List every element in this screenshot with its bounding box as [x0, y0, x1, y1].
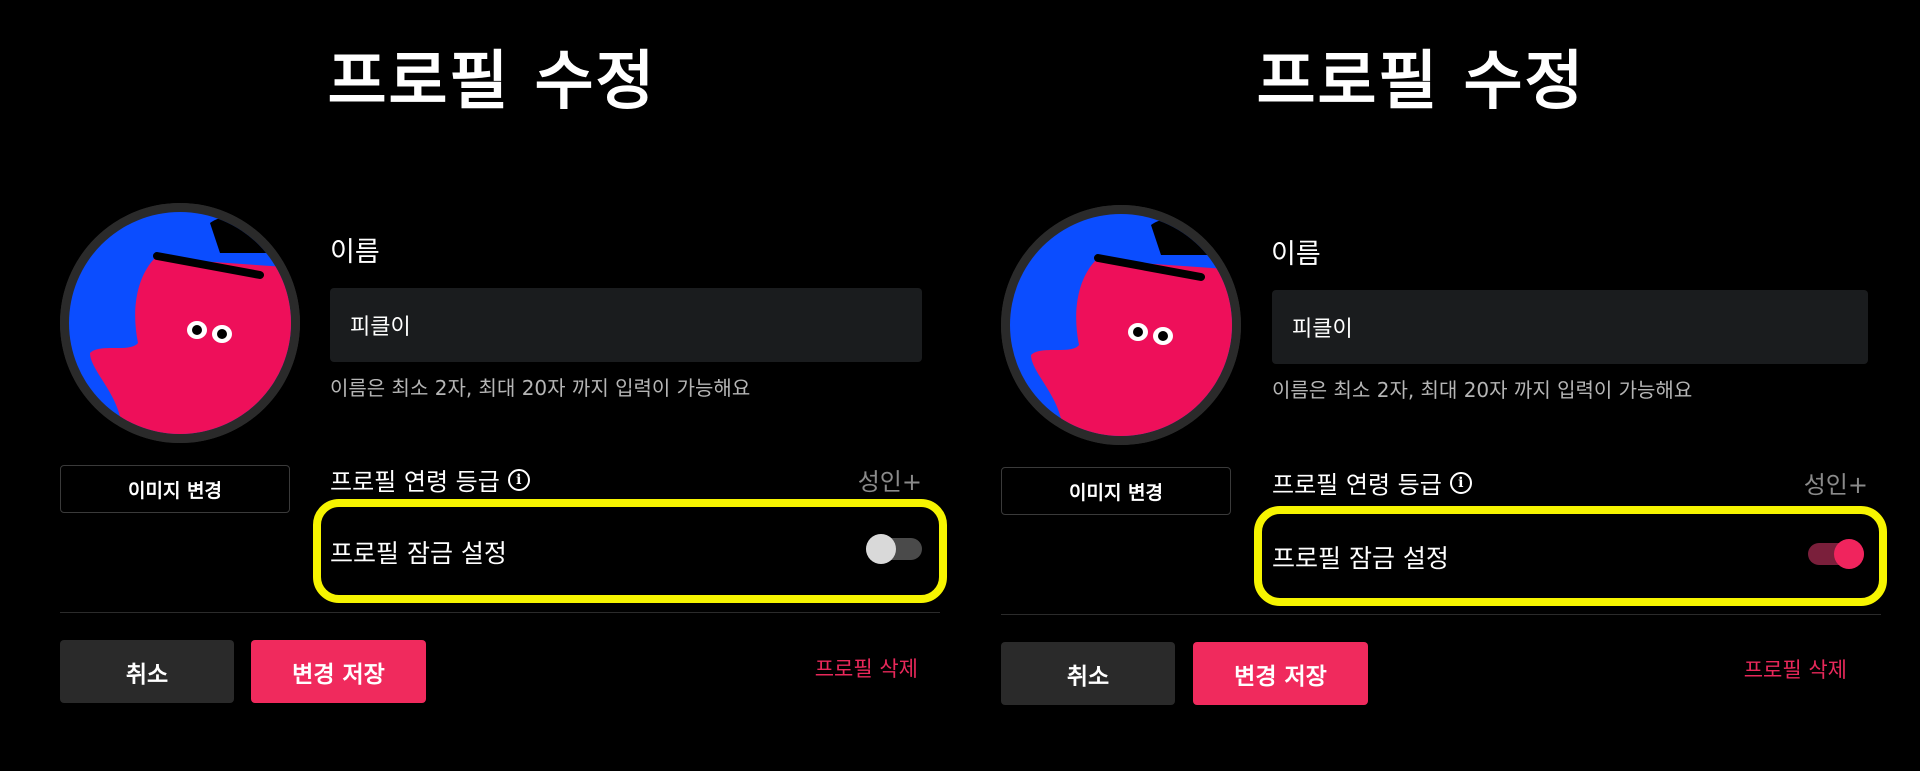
info-icon[interactable]: i	[1449, 471, 1472, 494]
name-hint: 이름은 최소 2자, 최대 20자 까지 입력이 가능해요	[330, 376, 751, 400]
age-rating-label-text: 프로필 연령 등급	[330, 468, 500, 496]
delete-profile-link[interactable]: 프로필 삭제	[815, 653, 918, 683]
age-rating-label-text: 프로필 연령 등급	[1272, 471, 1442, 499]
name-input[interactable]	[330, 288, 922, 362]
highlight-box	[1254, 506, 1887, 606]
cancel-button[interactable]: 취소	[60, 640, 234, 703]
divider	[1001, 614, 1881, 615]
save-button[interactable]: 변경 저장	[251, 640, 426, 703]
delete-profile-link[interactable]: 프로필 삭제	[1744, 654, 1847, 684]
name-label: 이름	[1271, 239, 1321, 270]
age-rating-label: 프로필 연령 등급 i	[330, 462, 530, 497]
avatar	[1001, 205, 1241, 445]
pickle-character-avatar-icon	[1001, 205, 1241, 445]
age-rating-value[interactable]: 성인+	[858, 462, 922, 497]
change-image-button[interactable]: 이미지 변경	[60, 465, 290, 513]
divider	[60, 612, 940, 613]
cancel-button[interactable]: 취소	[1001, 642, 1175, 705]
name-hint: 이름은 최소 2자, 최대 20자 까지 입력이 가능해요	[1272, 378, 1693, 402]
save-button[interactable]: 변경 저장	[1193, 642, 1368, 705]
avatar	[60, 203, 300, 443]
highlight-box	[313, 499, 947, 603]
profile-edit-panel-right: 프로필 수정 이미지 변경 이름 이름은 최소 2자, 최대 20자 까지 입력…	[941, 0, 1901, 771]
name-label: 이름	[330, 237, 380, 268]
pickle-character-avatar-icon	[60, 203, 300, 443]
age-rating-value[interactable]: 성인+	[1804, 465, 1868, 500]
info-icon[interactable]: i	[507, 468, 530, 491]
change-image-button[interactable]: 이미지 변경	[1001, 467, 1231, 515]
page-title: 프로필 수정	[1256, 45, 1586, 119]
age-rating-label: 프로필 연령 등급 i	[1272, 465, 1472, 500]
name-input[interactable]	[1272, 290, 1868, 364]
